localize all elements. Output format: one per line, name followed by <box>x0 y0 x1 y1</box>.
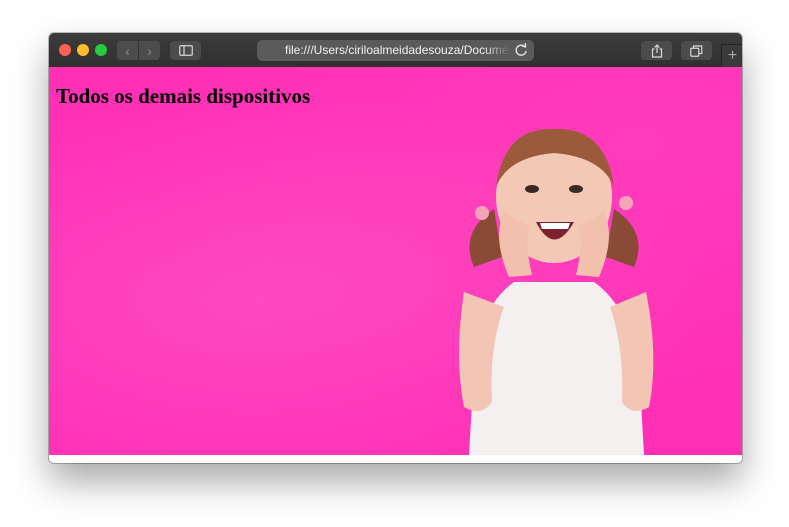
browser-toolbar: ‹ › file:///Users/ciriloalmeidadesouza/D… <box>49 33 742 68</box>
close-window-button[interactable] <box>59 44 71 56</box>
sidebar-toggle-button[interactable] <box>170 41 201 60</box>
minimize-window-button[interactable] <box>77 44 89 56</box>
window-bottom-edge <box>49 455 742 463</box>
chevron-right-icon: › <box>147 42 152 59</box>
tabs-overview-button[interactable] <box>681 41 712 60</box>
zoom-window-button[interactable] <box>95 44 107 56</box>
browser-window: ‹ › file:///Users/ciriloalmeidadesouza/D… <box>49 33 742 463</box>
chevron-left-icon: ‹ <box>125 42 130 59</box>
back-button[interactable]: ‹ <box>117 41 138 60</box>
share-icon <box>651 43 662 58</box>
page-viewport: Todos os demais dispositivos <box>49 67 742 455</box>
new-tab-button[interactable]: + <box>721 44 742 68</box>
reload-icon[interactable] <box>513 42 530 59</box>
page-heading: Todos os demais dispositivos <box>56 84 311 108</box>
sidebar-icon <box>178 45 193 56</box>
tabs-overview-icon <box>690 44 703 57</box>
url-text[interactable]: file:///Users/ciriloalmeidadesouza/Docum… <box>285 40 511 61</box>
share-button[interactable] <box>641 41 672 60</box>
child-photo <box>459 128 654 455</box>
address-bar[interactable]: file:///Users/ciriloalmeidadesouza/Docum… <box>257 40 534 61</box>
forward-button[interactable]: › <box>139 41 160 60</box>
